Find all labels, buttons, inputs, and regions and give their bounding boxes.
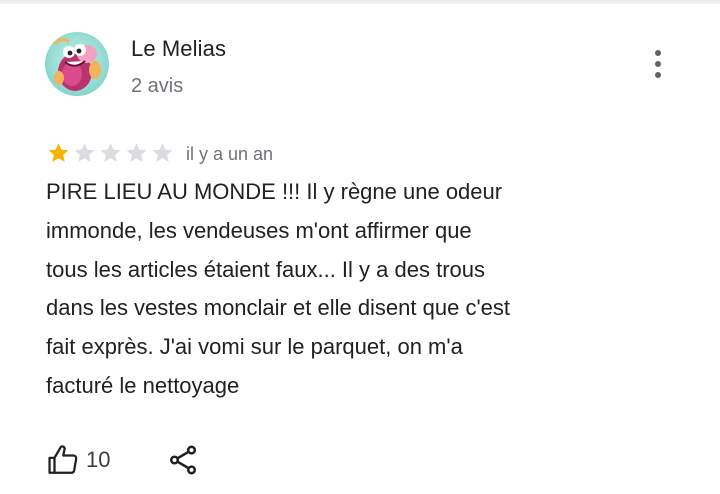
review-text: PIRE LIEU AU MONDE !!! Il y règne une od… [46,179,510,398]
star-empty-icon [126,143,147,162]
rating-row: il y a un an [46,141,273,165]
review-card: Le Melias 2 avis il y a un an PIRE LIEU … [0,0,720,494]
author-review-count: 2 avis [131,75,184,97]
thumb-up-icon [48,445,78,474]
review-date: il y a un an [186,143,274,164]
share-icon[interactable] [166,443,200,477]
like-button[interactable]: 10 [46,443,110,477]
star-empty-icon [152,143,173,162]
more-vertical-icon [655,50,661,56]
cartoon-character-avatar-icon [45,32,109,96]
star-empty-icon [74,143,95,162]
review-actions: 10 [46,440,200,480]
star-rating [46,141,175,165]
star-filled-icon [48,143,69,162]
star-empty-icon [100,143,121,162]
like-count: 10 [86,447,111,472]
avatar[interactable] [45,32,109,96]
more-options-button[interactable] [640,42,676,86]
author-name[interactable]: Le Melias [131,36,226,62]
